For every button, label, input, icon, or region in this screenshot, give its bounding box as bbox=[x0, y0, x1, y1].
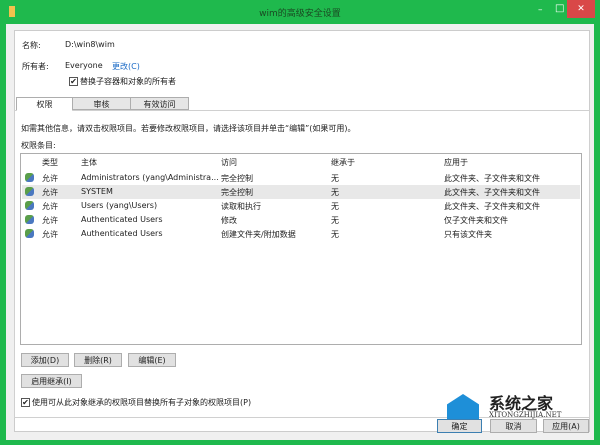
table-row[interactable]: 允许 SYSTEM 完全控制 无 此文件夹、子文件夹和文件 bbox=[22, 185, 580, 199]
cell-apply: 仅子文件夹和文件 bbox=[444, 216, 508, 225]
column-inherited-from[interactable]: 继承于 bbox=[331, 157, 355, 168]
table-row[interactable]: 允许 Authenticated Users 创建文件夹/附加数据 无 只有该文件夹 bbox=[22, 227, 580, 241]
tab-permissions[interactable]: 权限 bbox=[16, 97, 73, 111]
apply-button[interactable]: 应用(A) bbox=[543, 419, 589, 433]
column-applies-to[interactable]: 应用于 bbox=[444, 157, 468, 168]
cell-principal: Administrators (yang\Administra... bbox=[81, 173, 219, 182]
cell-apply: 此文件夹、子文件夹和文件 bbox=[444, 188, 540, 197]
info-text: 如需其他信息，请双击权限项目。若要修改权限项目，请选择该项目并单击“编辑”(如果… bbox=[21, 124, 356, 133]
user-group-icon bbox=[25, 229, 34, 238]
name-label: 名称: bbox=[22, 41, 41, 50]
cell-access: 完全控制 bbox=[221, 174, 253, 183]
enable-inheritance-button[interactable]: 启用继承(I) bbox=[21, 374, 82, 388]
user-group-icon bbox=[25, 215, 34, 224]
tab-auditing[interactable]: 审核 bbox=[72, 97, 131, 110]
cell-type: 允许 bbox=[42, 188, 58, 197]
close-icon: ✕ bbox=[577, 4, 585, 14]
cell-type: 允许 bbox=[42, 216, 58, 225]
column-type[interactable]: 类型 bbox=[42, 157, 58, 168]
cell-access: 完全控制 bbox=[221, 188, 253, 197]
cell-type: 允许 bbox=[42, 202, 58, 211]
column-principal[interactable]: 主体 bbox=[81, 157, 97, 168]
cell-type: 允许 bbox=[42, 230, 58, 239]
title-bar: wim的高级安全设置 – □ ✕ bbox=[0, 0, 600, 24]
cell-principal: Authenticated Users bbox=[81, 229, 163, 238]
name-value: D:\win8\wim bbox=[65, 40, 115, 49]
cell-inherit: 无 bbox=[331, 202, 339, 211]
entries-label: 权限条目: bbox=[21, 141, 56, 150]
ok-button[interactable]: 确定 bbox=[437, 419, 482, 433]
cancel-button[interactable]: 取消 bbox=[490, 419, 537, 433]
cell-inherit: 无 bbox=[331, 174, 339, 183]
cell-inherit: 无 bbox=[331, 230, 339, 239]
cell-type: 允许 bbox=[42, 174, 58, 183]
cell-apply: 只有该文件夹 bbox=[444, 230, 492, 239]
permission-entries-list[interactable]: 类型 主体 访问 继承于 应用于 允许 Administrators (yang\… bbox=[20, 153, 582, 345]
table-row[interactable]: 允许 Administrators (yang\Administra... 完全控制… bbox=[22, 171, 580, 185]
cell-access: 修改 bbox=[221, 216, 237, 225]
replace-owner-checkbox[interactable]: ✔ bbox=[69, 77, 78, 86]
table-row[interactable]: 允许 Authenticated Users 修改 无 仅子文件夹和文件 bbox=[22, 213, 580, 227]
cell-access: 读取和执行 bbox=[221, 202, 261, 211]
cell-inherit: 无 bbox=[331, 188, 339, 197]
user-group-icon bbox=[25, 173, 34, 182]
close-button[interactable]: ✕ bbox=[567, 0, 595, 18]
owner-value: Everyone bbox=[65, 61, 103, 70]
table-row[interactable]: 允许 Users (yang\Users) 读取和执行 无 此文件夹、子文件夹和文件 bbox=[22, 199, 580, 213]
edit-button[interactable]: 编辑(E) bbox=[128, 353, 176, 367]
user-group-icon bbox=[25, 201, 34, 210]
cell-principal: Authenticated Users bbox=[81, 215, 163, 224]
replace-child-label: 使用可从此对象继承的权限项目替换所有子对象的权限项目(P) bbox=[32, 398, 252, 407]
remove-button[interactable]: 删除(R) bbox=[74, 353, 122, 367]
cell-principal: SYSTEM bbox=[81, 187, 113, 196]
replace-owner-label: 替换子容器和对象的所有者 bbox=[80, 77, 176, 86]
tab-effective-access[interactable]: 有效访问 bbox=[130, 97, 189, 110]
column-access[interactable]: 访问 bbox=[221, 157, 237, 168]
owner-label: 所有者: bbox=[22, 62, 49, 71]
cell-apply: 此文件夹、子文件夹和文件 bbox=[444, 202, 540, 211]
cell-apply: 此文件夹、子文件夹和文件 bbox=[444, 174, 540, 183]
change-owner-link[interactable]: 更改(C) bbox=[112, 61, 140, 72]
user-group-icon bbox=[25, 187, 34, 196]
window-title: wim的高级安全设置 bbox=[259, 9, 341, 19]
cell-principal: Users (yang\Users) bbox=[81, 201, 158, 210]
maximize-button[interactable]: □ bbox=[555, 3, 564, 14]
cell-inherit: 无 bbox=[331, 216, 339, 225]
minimize-button[interactable]: – bbox=[538, 5, 543, 15]
list-header: 类型 主体 访问 继承于 应用于 bbox=[22, 155, 580, 169]
add-button[interactable]: 添加(D) bbox=[21, 353, 69, 367]
watermark-url: XITONGZHIJIA.NET bbox=[489, 411, 562, 419]
replace-child-checkbox[interactable]: ✔ bbox=[21, 398, 30, 407]
cell-access: 创建文件夹/附加数据 bbox=[221, 230, 296, 239]
